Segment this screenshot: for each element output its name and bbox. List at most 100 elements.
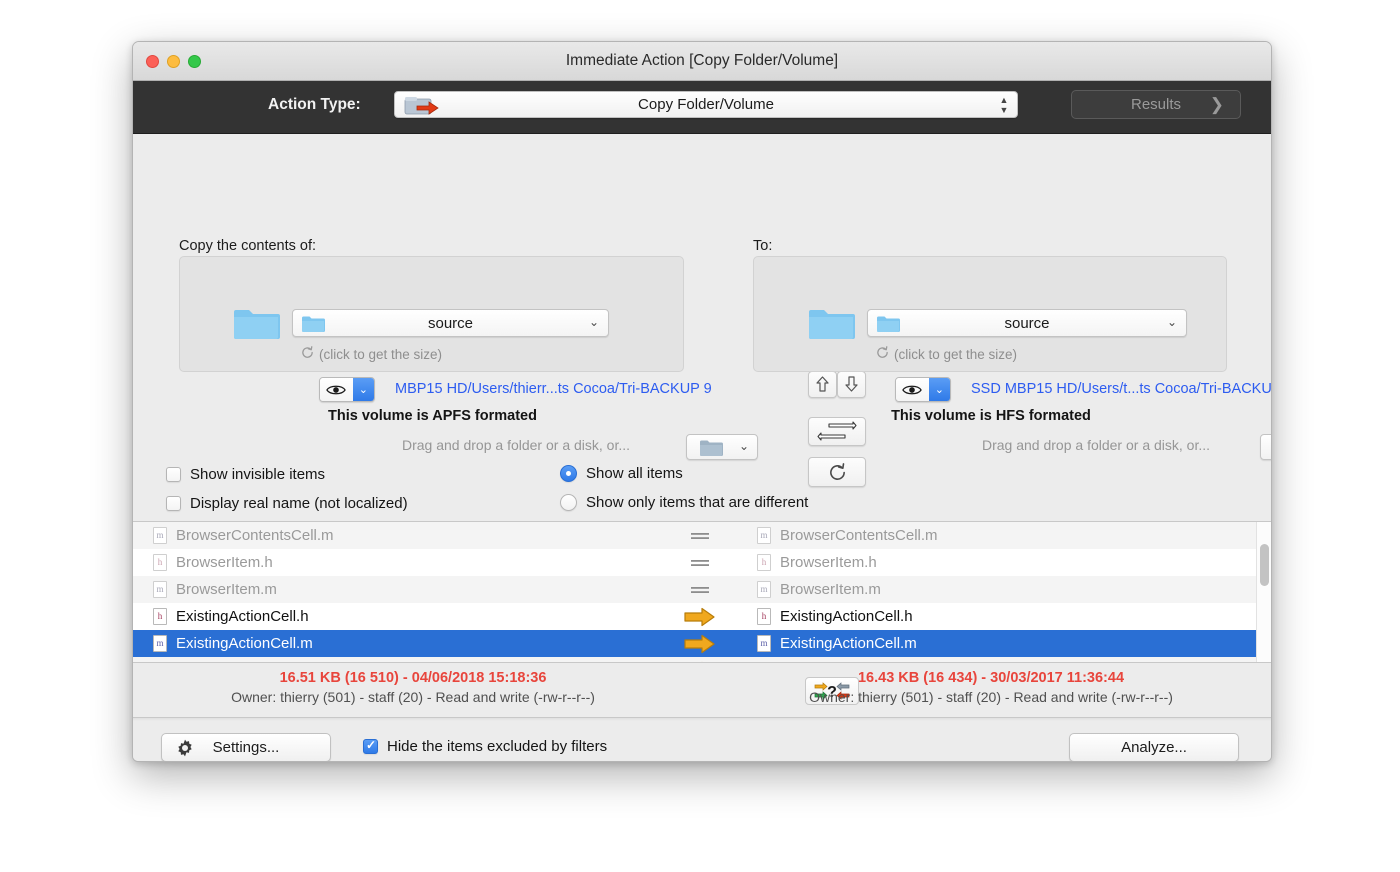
- source-format-text: This volume is APFS formated: [328, 408, 537, 424]
- source-panel: source ⌄ (click to get the size) ⌄ MBP15…: [179, 256, 758, 460]
- source-file-name: BrowserItem.h: [176, 554, 273, 571]
- arrow-down-icon: [845, 376, 858, 392]
- settings-button[interactable]: Settings...: [161, 733, 331, 761]
- chevron-down-icon: ⌄: [1167, 315, 1178, 329]
- source-eye-button[interactable]: ⌄: [319, 377, 375, 402]
- action-type-dropdown[interactable]: Copy Folder/Volume ▲ ▼: [394, 91, 1018, 118]
- move-down-button[interactable]: [837, 371, 866, 398]
- refresh-icon: [829, 462, 845, 480]
- destination-file-cell[interactable]: m BrowserContentsCell.m: [737, 527, 1269, 544]
- results-button[interactable]: Results ❯: [1071, 90, 1241, 119]
- refresh-icon: [876, 346, 889, 362]
- gear-icon: [176, 739, 194, 761]
- option-hide-excluded[interactable]: Hide the items excluded by filters: [363, 738, 607, 755]
- table-row[interactable]: h FilterMaskCell.h h FilterMaskCell.h: [133, 657, 1271, 663]
- eye-icon[interactable]: [896, 378, 929, 401]
- source-file-cell[interactable]: m BrowserItem.m: [133, 581, 663, 598]
- destination-folder-combo[interactable]: source ⌄: [867, 309, 1187, 337]
- equals-icon: [663, 557, 737, 569]
- results-button-label: Results: [1130, 96, 1182, 113]
- scrollbar-thumb[interactable]: [1260, 544, 1269, 586]
- destination-file-cell[interactable]: h ExistingActionCell.h: [737, 608, 1269, 625]
- table-row[interactable]: m BrowserContentsCell.m m BrowserContentsCe…: [133, 522, 1271, 549]
- destination-section-label: To:: [753, 238, 773, 254]
- radio-show-different-items[interactable]: [560, 494, 577, 511]
- source-path-link[interactable]: MBP15 HD/Users/thierr...ts Cocoa/Tri-BAC…: [395, 381, 712, 397]
- destination-eye-button[interactable]: ⌄: [895, 377, 951, 402]
- source-folder-value: source: [427, 314, 474, 332]
- destination-file-name: BrowserContentsCell.m: [780, 527, 938, 544]
- option-show-all-items[interactable]: Show all items: [560, 465, 683, 482]
- source-file-name: BrowserItem.m: [176, 581, 277, 598]
- radio-show-all-items[interactable]: [560, 465, 577, 482]
- destination-folder-value: source: [1004, 314, 1050, 332]
- source-file-cell[interactable]: m BrowserContentsCell.m: [133, 527, 663, 544]
- file-type-icon: h: [153, 554, 167, 571]
- refresh-button[interactable]: [808, 457, 866, 487]
- source-owner-perms: Owner: thierry (501) - staff (20) - Read…: [231, 689, 595, 705]
- vertical-scrollbar[interactable]: [1256, 522, 1271, 662]
- chevron-up-down-icon: ▲ ▼: [999, 95, 1009, 115]
- destination-file-info: 16.43 KB (16 434) - 30/03/2017 11:36:44 …: [731, 670, 1251, 705]
- destination-file-name: ExistingActionCell.m: [780, 635, 917, 652]
- destination-drag-combo[interactable]: ⌄: [1260, 434, 1271, 460]
- source-folder-combo[interactable]: source ⌄: [292, 309, 609, 337]
- option-show-different-items[interactable]: Show only items that are different: [560, 494, 808, 511]
- destination-file-cell[interactable]: m BrowserItem.m: [737, 581, 1269, 598]
- option-show-invisible[interactable]: Show invisible items: [166, 466, 325, 483]
- source-file-name: ExistingActionCell.m: [176, 635, 313, 652]
- refresh-icon: [301, 346, 314, 362]
- chevron-right-icon: ❯: [1209, 95, 1224, 114]
- folder-icon: [301, 315, 325, 338]
- orange-arrow-right-icon: [663, 634, 737, 654]
- eye-icon[interactable]: [320, 378, 353, 401]
- immediate-action-window: Immediate Action [Copy Folder/Volume] Ac…: [132, 41, 1272, 762]
- file-list-rows: m BrowserContentsCell.m m BrowserContentsCe…: [133, 522, 1271, 663]
- chevron-down-icon[interactable]: ⌄: [928, 378, 950, 401]
- destination-file-cell[interactable]: h BrowserItem.h: [737, 554, 1269, 571]
- destination-size-row[interactable]: (click to get the size): [876, 346, 1017, 362]
- source-file-cell[interactable]: h FilterMaskCell.h: [133, 662, 663, 663]
- source-file-name: FilterMaskCell.h: [176, 662, 284, 663]
- arrow-up-icon: [816, 376, 829, 392]
- folder-icon: [807, 305, 855, 348]
- file-type-icon: m: [153, 527, 167, 544]
- source-size-date: 16.51 KB (16 510) - 04/06/2018 15:18:36: [279, 670, 547, 686]
- destination-owner-perms: Owner: thierry (501) - staff (20) - Read…: [809, 689, 1173, 705]
- destination-format-text: This volume is HFS formated: [891, 408, 1091, 424]
- source-file-cell[interactable]: h BrowserItem.h: [133, 554, 663, 571]
- destination-drag-hint: Drag and drop a folder or a disk, or...: [982, 437, 1211, 453]
- analyze-button[interactable]: Analyze...: [1069, 733, 1239, 761]
- source-file-name: BrowserContentsCell.m: [176, 527, 334, 544]
- checkbox-display-real-name[interactable]: [166, 496, 181, 511]
- table-row[interactable]: m BrowserItem.m m BrowserItem.m: [133, 576, 1271, 603]
- chevron-down-icon[interactable]: ⌄: [352, 378, 374, 401]
- destination-file-cell[interactable]: h FilterMaskCell.h: [737, 662, 1269, 663]
- table-row[interactable]: h ExistingActionCell.h h ExistingActionCell…: [133, 603, 1271, 630]
- folder-icon: [876, 315, 900, 338]
- file-type-icon: h: [153, 662, 167, 663]
- source-file-cell[interactable]: m ExistingActionCell.m: [133, 635, 663, 652]
- option-display-real-name-label: Display real name (not localized): [190, 495, 408, 512]
- chevron-down-icon: ⌄: [589, 315, 600, 329]
- source-drag-combo[interactable]: ⌄: [686, 434, 758, 460]
- file-comparison-list[interactable]: m BrowserContentsCell.m m BrowserContentsCe…: [133, 521, 1271, 663]
- source-file-cell[interactable]: h ExistingActionCell.h: [133, 608, 663, 625]
- move-up-button[interactable]: [808, 371, 837, 398]
- source-size-row[interactable]: (click to get the size): [301, 346, 442, 362]
- action-type-value: Copy Folder/Volume: [638, 96, 774, 113]
- table-row[interactable]: h BrowserItem.h h BrowserItem.h: [133, 549, 1271, 576]
- source-drag-hint: Drag and drop a folder or a disk, or...: [402, 437, 631, 453]
- option-display-real-name[interactable]: Display real name (not localized): [166, 495, 408, 512]
- table-row[interactable]: m ExistingActionCell.m m ExistingActionCell…: [133, 630, 1271, 657]
- destination-file-cell[interactable]: m ExistingActionCell.m: [737, 635, 1269, 652]
- orange-arrow-right-icon: [663, 607, 737, 627]
- checkbox-hide-excluded[interactable]: [363, 738, 378, 754]
- option-show-all-items-label: Show all items: [586, 465, 683, 482]
- option-hide-excluded-label: Hide the items excluded by filters: [387, 738, 608, 755]
- destination-path-link[interactable]: SSD MBP15 HD/Users/t...ts Cocoa/Tri-BACK…: [971, 381, 1271, 397]
- window-titlebar: Immediate Action [Copy Folder/Volume]: [133, 42, 1271, 81]
- source-file-name: ExistingActionCell.h: [176, 608, 309, 625]
- destination-panel: source ⌄ (click to get the size) ⌄ SSD M…: [753, 256, 1271, 460]
- checkbox-show-invisible[interactable]: [166, 467, 181, 482]
